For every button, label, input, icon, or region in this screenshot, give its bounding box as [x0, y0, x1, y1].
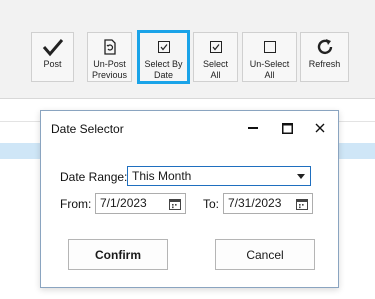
toolbar: Post Un-Post Previous Select By Date Sel… — [0, 0, 375, 99]
from-label: From: — [60, 197, 92, 211]
select-by-date-button[interactable]: Select By Date — [137, 30, 190, 84]
unselect-all-button[interactable]: Un-Select All — [242, 32, 297, 82]
select-all-label: Select All — [202, 59, 228, 80]
refresh-button[interactable]: Refresh — [300, 32, 349, 82]
checkbox-checked-icon — [209, 35, 222, 59]
calendar-icon[interactable] — [169, 197, 181, 216]
calendar-icon[interactable] — [296, 197, 308, 216]
refresh-label: Refresh — [308, 59, 341, 69]
to-label: To: — [203, 197, 220, 211]
maximize-icon[interactable] — [276, 117, 298, 139]
date-range-value: This Month — [132, 169, 192, 183]
close-icon[interactable] — [309, 117, 331, 139]
checkmark-icon — [42, 35, 64, 59]
refresh-icon — [315, 35, 335, 59]
date-range-label: Date Range: — [60, 170, 128, 184]
dialog-title: Date Selector — [51, 122, 124, 136]
unpost-previous-label: Un-Post Previous — [91, 59, 127, 80]
date-range-select[interactable]: This Month — [127, 166, 311, 186]
date-selector-dialog: Date Selector Date Range: This Month Fro… — [40, 110, 339, 288]
minimize-icon[interactable] — [242, 117, 264, 139]
from-date-field[interactable]: 7/1/2023 — [95, 193, 186, 214]
checkbox-empty-icon — [263, 35, 276, 59]
unselect-all-label: Un-Select All — [249, 59, 290, 80]
checkbox-checked-icon — [157, 35, 170, 59]
confirm-button[interactable]: Confirm — [68, 239, 168, 270]
to-date-value: 7/31/2023 — [228, 196, 282, 210]
unpost-previous-button[interactable]: Un-Post Previous — [87, 32, 132, 82]
document-undo-icon — [103, 35, 117, 59]
cancel-button[interactable]: Cancel — [215, 239, 315, 270]
to-date-field[interactable]: 7/31/2023 — [223, 193, 313, 214]
chevron-down-icon[interactable] — [297, 174, 305, 179]
select-by-date-label: Select By Date — [144, 59, 183, 80]
select-all-button[interactable]: Select All — [193, 32, 238, 82]
post-button[interactable]: Post — [31, 32, 74, 82]
from-date-value: 7/1/2023 — [100, 196, 147, 210]
post-label: Post — [43, 59, 62, 69]
